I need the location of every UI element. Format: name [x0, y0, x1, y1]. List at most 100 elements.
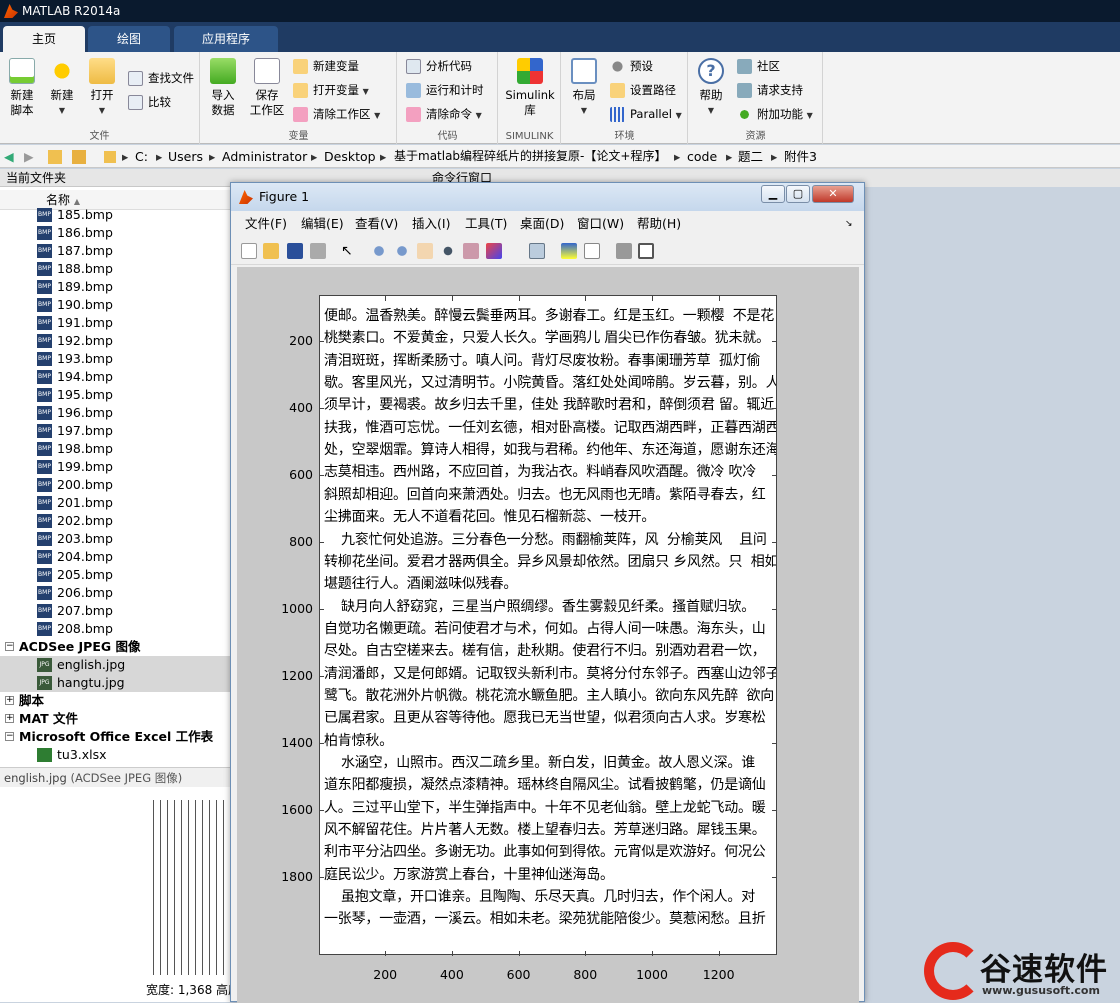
save-figure-icon[interactable]: [287, 243, 303, 259]
list-item[interactable]: BMP 207.bmp: [0, 602, 232, 620]
folder-group-excel[interactable]: − Microsoft Office Excel 工作表: [0, 728, 232, 746]
list-item[interactable]: JPG english.jpg: [0, 656, 232, 674]
list-item[interactable]: BMP 205.bmp: [0, 566, 232, 584]
list-item[interactable]: BMP 198.bmp: [0, 440, 232, 458]
find-files-button[interactable]: 查找文件: [128, 68, 194, 88]
menu-item[interactable]: 工具(T): [465, 213, 507, 235]
list-item[interactable]: BMP 197.bmp: [0, 422, 232, 440]
simulink-library-button[interactable]: Simulink 库: [505, 58, 555, 118]
list-item[interactable]: BMP 189.bmp: [0, 278, 232, 296]
list-item[interactable]: BMP 195.bmp: [0, 386, 232, 404]
preferences-button[interactable]: 预设: [610, 56, 653, 76]
image-axes[interactable]: 便邮。温香熟美。醉慢云鬓垂两耳。多谢春工。红是玉红。一颗樱 不是花 桃樊素口。不爱…: [319, 295, 777, 955]
tab-home[interactable]: 主页: [3, 26, 85, 52]
colorbar-icon[interactable]: [561, 243, 577, 259]
crumb-attachment3[interactable]: 附件3: [784, 145, 817, 168]
expand-toggle-icon[interactable]: −: [5, 642, 14, 651]
list-item[interactable]: BMP 192.bmp: [0, 332, 232, 350]
menu-item[interactable]: 文件(F): [245, 213, 287, 235]
list-item[interactable]: BMP 201.bmp: [0, 494, 232, 512]
list-item[interactable]: tu3.xlsx: [0, 746, 232, 764]
data-cursor-icon[interactable]: [463, 243, 479, 259]
new-figure-icon[interactable]: [241, 243, 257, 259]
layout-button[interactable]: 布局 ▼: [564, 58, 604, 118]
folder-group-jpeg[interactable]: − ACDSee JPEG 图像: [0, 638, 232, 656]
import-data-button[interactable]: 导入 数据: [203, 58, 243, 118]
figure-titlebar[interactable]: Figure 1 ▁ ▢ ✕: [231, 183, 864, 211]
rotate-3d-icon[interactable]: [440, 243, 456, 259]
crumb-q2[interactable]: 题二: [738, 145, 763, 168]
community-button[interactable]: 社区: [737, 56, 780, 76]
list-item[interactable]: BMP 191.bmp: [0, 314, 232, 332]
zoom-in-icon[interactable]: [371, 243, 387, 259]
clear-commands-button[interactable]: 清除命令 ▼: [406, 104, 482, 124]
expand-toggle-icon[interactable]: −: [5, 732, 14, 741]
pan-hand-icon[interactable]: [417, 243, 433, 259]
folder-group-mat[interactable]: + MAT 文件: [0, 710, 232, 728]
menu-item[interactable]: 插入(I): [412, 213, 450, 235]
menu-overflow-icon[interactable]: ↘: [845, 213, 853, 235]
open-file-icon[interactable]: [263, 243, 279, 259]
pointer-icon[interactable]: ↖: [341, 243, 357, 259]
link-plot-icon[interactable]: [529, 243, 545, 259]
list-item[interactable]: BMP 202.bmp: [0, 512, 232, 530]
addons-button[interactable]: 附加功能 ▼: [737, 104, 813, 124]
list-item[interactable]: BMP 204.bmp: [0, 548, 232, 566]
folder-group-script[interactable]: + 脚本: [0, 692, 232, 710]
list-item[interactable]: BMP 206.bmp: [0, 584, 232, 602]
menu-item[interactable]: 查看(V): [355, 213, 398, 235]
list-item[interactable]: BMP 199.bmp: [0, 458, 232, 476]
crumb-project[interactable]: 基于matlab编程碎纸片的拼接复原-【论文+程序】: [394, 145, 666, 168]
new-script-button[interactable]: 新建 脚本: [2, 58, 42, 118]
list-item[interactable]: BMP 193.bmp: [0, 350, 232, 368]
up-folder-icon[interactable]: [48, 150, 62, 164]
crumb-administrator[interactable]: Administrator: [222, 145, 307, 168]
hide-plot-tools-icon[interactable]: [616, 243, 632, 259]
menu-item[interactable]: 桌面(D): [520, 213, 564, 235]
forward-icon[interactable]: ▶: [24, 145, 34, 168]
request-support-button[interactable]: 请求支持: [737, 80, 803, 100]
brush-icon[interactable]: [486, 243, 502, 259]
crumb-desktop[interactable]: Desktop: [324, 145, 376, 168]
maximize-button[interactable]: ▢: [786, 185, 810, 203]
close-button[interactable]: ✕: [812, 185, 854, 203]
crumb-c[interactable]: C:: [135, 145, 148, 168]
browse-folder-icon[interactable]: [72, 150, 86, 164]
legend-icon[interactable]: [584, 243, 600, 259]
save-workspace-button[interactable]: 保存 工作区: [245, 58, 289, 118]
list-item[interactable]: BMP 187.bmp: [0, 242, 232, 260]
crumb-code[interactable]: code: [687, 145, 717, 168]
menu-item[interactable]: 窗口(W): [577, 213, 624, 235]
crumb-users[interactable]: Users: [168, 145, 203, 168]
open-button[interactable]: 打开 ▼: [82, 58, 122, 118]
clear-workspace-button[interactable]: 清除工作区 ▼: [293, 104, 380, 124]
tab-plots[interactable]: 绘图: [88, 26, 170, 52]
minimize-button[interactable]: ▁: [761, 185, 785, 203]
analyze-code-button[interactable]: 分析代码: [406, 56, 472, 76]
zoom-out-icon[interactable]: [394, 243, 410, 259]
list-item[interactable]: BMP 185.bmp: [0, 206, 232, 224]
new-variable-button[interactable]: 新建变量: [293, 56, 359, 76]
list-item[interactable]: JPG hangtu.jpg: [0, 674, 232, 692]
list-item[interactable]: BMP 196.bmp: [0, 404, 232, 422]
back-icon[interactable]: ◀: [4, 145, 14, 168]
menu-item[interactable]: 编辑(E): [301, 213, 344, 235]
list-item[interactable]: BMP 194.bmp: [0, 368, 232, 386]
list-item[interactable]: BMP 190.bmp: [0, 296, 232, 314]
tab-apps[interactable]: 应用程序: [174, 26, 278, 52]
list-item[interactable]: BMP 186.bmp: [0, 224, 232, 242]
help-button[interactable]: ? 帮助 ▼: [691, 58, 731, 118]
expand-toggle-icon[interactable]: +: [5, 714, 14, 723]
show-plot-tools-icon[interactable]: [638, 243, 654, 259]
list-item[interactable]: BMP 188.bmp: [0, 260, 232, 278]
set-path-button[interactable]: 设置路径: [610, 80, 676, 100]
open-variable-button[interactable]: 打开变量 ▼: [293, 80, 369, 100]
menu-item[interactable]: 帮助(H): [637, 213, 681, 235]
list-item[interactable]: BMP 200.bmp: [0, 476, 232, 494]
new-button[interactable]: 新建 ▼: [42, 58, 82, 118]
compare-button[interactable]: 比较: [128, 92, 171, 112]
list-item[interactable]: BMP 208.bmp: [0, 620, 232, 638]
run-and-time-button[interactable]: 运行和计时: [406, 80, 484, 100]
print-icon[interactable]: [310, 243, 326, 259]
list-item[interactable]: BMP 203.bmp: [0, 530, 232, 548]
